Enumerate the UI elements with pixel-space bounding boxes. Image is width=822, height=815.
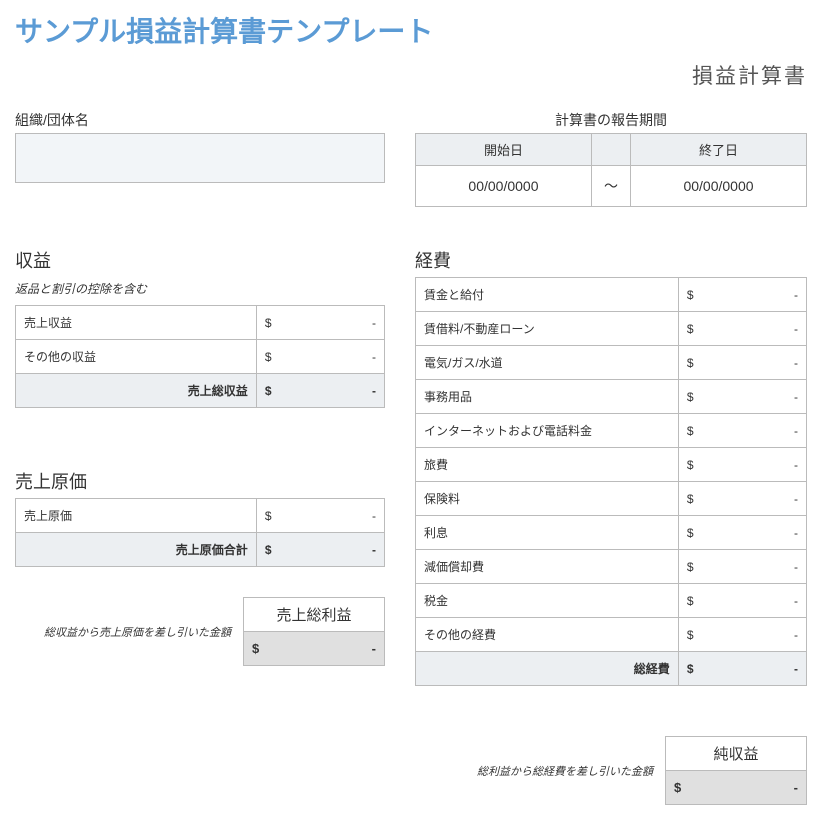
expense-row-value[interactable]: - <box>702 482 807 516</box>
currency: $ <box>678 346 701 380</box>
expense-row-value[interactable]: - <box>702 618 807 652</box>
period-start-value[interactable]: 00/00/0000 <box>416 166 592 207</box>
currency: $ <box>678 652 701 686</box>
currency: $ <box>678 278 701 312</box>
gross-profit-note: 総収益から売上原価を差し引いた金額 <box>15 624 237 640</box>
expense-row-label: その他の経費 <box>416 618 679 652</box>
subtitle: 損益計算書 <box>15 60 807 90</box>
expense-row-label: 保険料 <box>416 482 679 516</box>
cogs-table: 売上原価 $ - 売上原価合計 $ - <box>15 498 385 567</box>
period-start-label: 開始日 <box>416 134 592 166</box>
gross-profit-value: - <box>267 632 384 666</box>
expense-row-value[interactable]: - <box>702 550 807 584</box>
revenue-note: 返品と割引の控除を含む <box>15 275 385 302</box>
net-income-header: 純収益 <box>666 737 807 771</box>
expense-row-label: 税金 <box>416 584 679 618</box>
period-header: 計算書の報告期間 <box>415 110 807 130</box>
currency: $ <box>678 584 701 618</box>
currency: $ <box>666 771 690 805</box>
currency: $ <box>678 618 701 652</box>
cogs-row-value[interactable]: - <box>280 499 385 533</box>
currency: $ <box>678 414 701 448</box>
period-separator: 〜 <box>591 166 630 207</box>
currency: $ <box>244 632 268 666</box>
table-row: インターネットおよび電話料金$- <box>416 414 807 448</box>
expense-row-label: 旅費 <box>416 448 679 482</box>
net-income-note: 総利益から総経費を差し引いた金額 <box>415 763 659 779</box>
period-end-label: 終了日 <box>631 134 807 166</box>
expense-row-label: 賃借料/不動産ローン <box>416 312 679 346</box>
table-row: 利息$- <box>416 516 807 550</box>
revenue-row-value[interactable]: - <box>280 306 385 340</box>
table-row: その他の収益 $ - <box>16 340 385 374</box>
expense-row-label: 事務用品 <box>416 380 679 414</box>
expense-row-label: 電気/ガス/水道 <box>416 346 679 380</box>
cogs-heading: 売上原価 <box>15 468 385 494</box>
expenses-total-value: - <box>702 652 807 686</box>
main-title: サンプル損益計算書テンプレート <box>15 10 807 50</box>
net-income-value: - <box>689 771 806 805</box>
expense-row-value[interactable]: - <box>702 380 807 414</box>
expense-row-value[interactable]: - <box>702 414 807 448</box>
org-label: 組織/団体名 <box>15 110 385 130</box>
period-table: 開始日 終了日 00/00/0000 〜 00/00/0000 <box>415 133 807 207</box>
expenses-total-row: 総経費 $ - <box>416 652 807 686</box>
expense-row-label: 利息 <box>416 516 679 550</box>
currency: $ <box>678 516 701 550</box>
table-row: 賃金と給付$- <box>416 278 807 312</box>
cogs-total-value: - <box>280 533 385 567</box>
table-row: 減価償却費$- <box>416 550 807 584</box>
expense-row-value[interactable]: - <box>702 584 807 618</box>
gross-profit-box: 売上総利益 $ - <box>243 597 385 666</box>
expense-row-label: インターネットおよび電話料金 <box>416 414 679 448</box>
table-row: 保険料$- <box>416 482 807 516</box>
cogs-total-row: 売上原価合計 $ - <box>16 533 385 567</box>
revenue-row-label: 売上収益 <box>16 306 257 340</box>
table-row: 賃借料/不動産ローン$- <box>416 312 807 346</box>
revenue-row-value[interactable]: - <box>280 340 385 374</box>
table-row: その他の経費$- <box>416 618 807 652</box>
currency: $ <box>256 306 279 340</box>
net-income-box: 純収益 $ - <box>665 736 807 805</box>
cogs-total-label: 売上原価合計 <box>16 533 257 567</box>
expense-row-value[interactable]: - <box>702 346 807 380</box>
gross-profit-header: 売上総利益 <box>244 598 385 632</box>
expense-row-label: 賃金と給付 <box>416 278 679 312</box>
table-row: 売上収益 $ - <box>16 306 385 340</box>
expenses-table: 賃金と給付$- 賃借料/不動産ローン$- 電気/ガス/水道$- 事務用品$- イ… <box>415 277 807 686</box>
currency: $ <box>256 340 279 374</box>
currency: $ <box>678 380 701 414</box>
currency: $ <box>678 312 701 346</box>
currency: $ <box>256 499 279 533</box>
revenue-total-value: - <box>280 374 385 408</box>
expense-row-label: 減価償却費 <box>416 550 679 584</box>
currency: $ <box>256 374 279 408</box>
cogs-row-label: 売上原価 <box>16 499 257 533</box>
expenses-total-label: 総経費 <box>416 652 679 686</box>
expense-row-value[interactable]: - <box>702 278 807 312</box>
currency: $ <box>256 533 279 567</box>
expenses-heading: 経費 <box>415 247 807 273</box>
period-end-value[interactable]: 00/00/0000 <box>631 166 807 207</box>
revenue-total-label: 売上総収益 <box>16 374 257 408</box>
table-row: 売上原価 $ - <box>16 499 385 533</box>
org-input[interactable] <box>15 133 385 183</box>
table-row: 電気/ガス/水道$- <box>416 346 807 380</box>
currency: $ <box>678 448 701 482</box>
table-row: 旅費$- <box>416 448 807 482</box>
expense-row-value[interactable]: - <box>702 516 807 550</box>
table-row: 税金$- <box>416 584 807 618</box>
revenue-row-label: その他の収益 <box>16 340 257 374</box>
expense-row-value[interactable]: - <box>702 312 807 346</box>
table-row: 事務用品$- <box>416 380 807 414</box>
expense-row-value[interactable]: - <box>702 448 807 482</box>
currency: $ <box>678 550 701 584</box>
revenue-total-row: 売上総収益 $ - <box>16 374 385 408</box>
revenue-table: 売上収益 $ - その他の収益 $ - 売上総収益 $ - <box>15 305 385 408</box>
revenue-heading: 収益 <box>15 247 385 273</box>
currency: $ <box>678 482 701 516</box>
